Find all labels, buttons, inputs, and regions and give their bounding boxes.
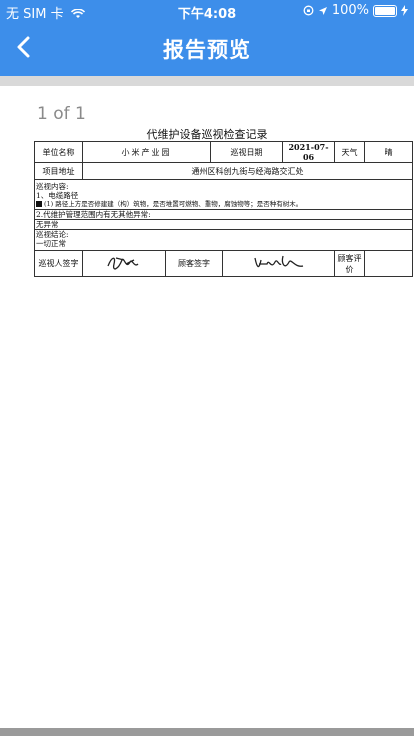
customer-sign-label: 顾客签字 [164, 250, 224, 277]
customer-rating-label: 顾客评价 [334, 250, 366, 277]
status-bar: 无 SIM 卡 下午4:08 100% [0, 0, 414, 22]
inspection-content: 巡视内容: 1、电缆路径 (1) 路径上方是否修建建（构）筑物，是否堆置可燃物、… [33, 179, 414, 251]
battery-icon [373, 4, 397, 17]
table-row: 巡视人签字 顾客签字 顾客评价 [34, 250, 414, 277]
nav-bar: 报告预览 [0, 20, 414, 76]
table-row: 项目地址 通州区科创九街与经海路交汇处 [34, 162, 414, 180]
pdf-page-indicator: 1 of 1 [37, 104, 86, 124]
location-icon [318, 6, 327, 15]
table-row: 巡视内容: 1、电缆路径 (1) 路径上方是否修建建（构）筑物，是否堆置可燃物、… [33, 179, 414, 251]
customer-signature [222, 250, 336, 277]
content-other-label: 2.代维护管理范围内有无其他异常: [36, 210, 151, 219]
document-title: 代维护设备巡视检查记录 [146, 128, 268, 141]
status-right: 100% [303, 3, 408, 18]
content-path-text: (1) 路径上方是否修建建（构）筑物，是否堆置可燃物、重物，腐蚀物等；是否种有树… [44, 200, 303, 208]
weather-value: 晴 [364, 141, 414, 163]
unit-value: 小米产业园 [81, 141, 212, 163]
content-other-value: 无异常 [35, 219, 413, 229]
nav-shadow [0, 76, 414, 86]
conclusion-label: 巡视结论: [35, 229, 413, 239]
customer-signature-image [253, 255, 303, 267]
unit-label: 单位名称 [34, 141, 83, 163]
inspection-record-table: 单位名称 小米产业园 巡视日期 2021-07-06 天气 晴 项目地址 通州区… [33, 141, 414, 277]
date-value: 2021-07-06 [282, 141, 336, 163]
checkbox-checked [36, 201, 42, 207]
content-heading: 巡视内容: [36, 182, 69, 191]
content-item-path: (1) 路径上方是否修建建（构）筑物，是否堆置可燃物、重物，腐蚀物等；是否种有树… [35, 200, 413, 210]
date-label: 巡视日期 [210, 141, 284, 163]
charging-icon [401, 5, 408, 16]
bottom-scroll-bar [0, 728, 414, 736]
inspector-signature-image [107, 256, 139, 270]
table-row: 单位名称 小米产业园 巡视日期 2021-07-06 天气 晴 [34, 141, 414, 163]
battery-percent: 100% [331, 3, 369, 18]
orientation-lock-icon [303, 5, 314, 16]
address-label: 项目地址 [34, 162, 83, 180]
inspector-sign-label: 巡视人签字 [34, 250, 83, 277]
page-title: 报告预览 [163, 38, 251, 62]
inspector-signature [82, 250, 166, 277]
content-item-cable: 1、电缆路径 [36, 191, 79, 200]
customer-rating-value [364, 250, 414, 277]
conclusion-value: 一切正常 [36, 239, 66, 248]
address-value: 通州区科创九街与经海路交汇处 [81, 162, 414, 180]
weather-label: 天气 [334, 141, 366, 163]
